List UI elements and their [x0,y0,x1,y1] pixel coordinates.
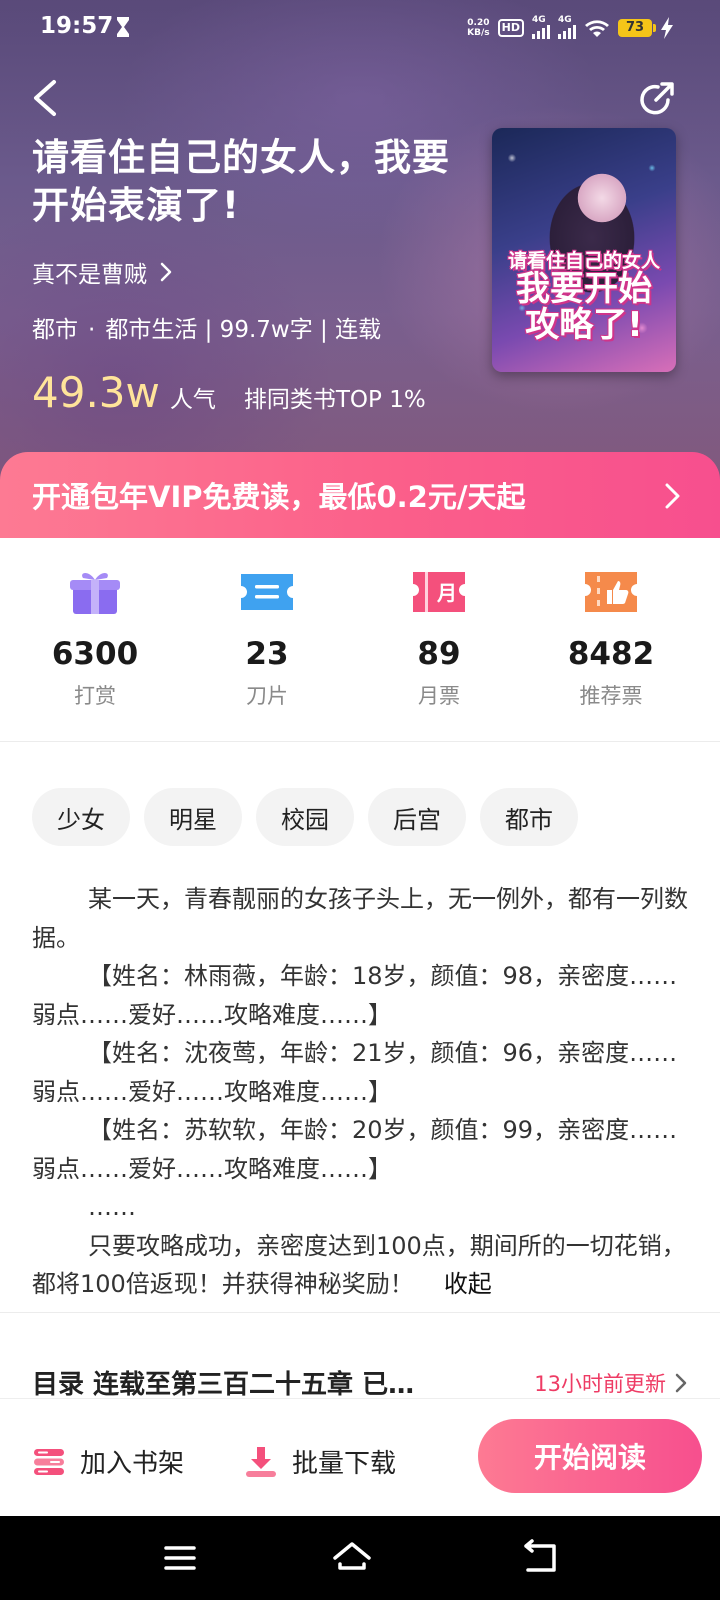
charging-icon [661,17,673,39]
stat-reward[interactable]: 6300 打赏 [25,568,165,710]
hd-icon: HD [497,19,524,37]
signal-icon: 4G [558,15,576,39]
stat-blade[interactable]: 23 刀片 [197,568,337,710]
synopsis-last: 只要攻略成功，亲密度达到100点，期间所的一切花销，都将100倍返现！并获得神秘… [32,1227,688,1304]
meta-details: 都市生活 | 99.7w字 | 连载 [105,317,382,343]
back-nav-icon[interactable] [518,1536,562,1580]
synopsis-paragraph: 某一天，青春靓丽的女孩子头上，无一例外，都有一列数据。 [32,885,688,952]
chevron-right-icon [675,1373,687,1392]
synopsis: 某一天，青春靓丽的女孩子头上，无一例外，都有一列数据。 【姓名：林雨薇，年龄：1… [32,880,688,1304]
rank-text: 排同类书TOP 1% [243,387,426,413]
wifi-icon [585,20,609,37]
book-cover[interactable]: 请看住自己的女人 我要开始 攻略了! [492,128,676,372]
vip-banner[interactable]: 开通包年VIP免费读，最低0.2元/天起 [0,452,720,538]
tag-chip[interactable]: 都市 [480,788,578,846]
catalog-update-time: 13小时前更新 [534,1371,666,1396]
popularity: 49.3w 人气 排同类书TOP 1% [32,368,426,417]
tag-chip[interactable]: 少女 [32,788,130,846]
stats-row: 6300 打赏 23 刀片 月 89 月票 8482 推荐票 [0,538,720,756]
divider [0,1312,720,1313]
bookshelf-icon [34,1448,64,1475]
catalog-title: 目录 连载至第三百二十五章 已… [32,1370,415,1398]
category: 都市 [32,317,78,343]
tag-list: 少女 明星 校园 后宫 都市 [32,788,578,846]
stat-monthly-ticket[interactable]: 月 89 月票 [369,568,509,710]
synopsis-paragraph: …… [88,1193,136,1221]
collapse-button[interactable]: 收起 [444,1270,492,1298]
gift-icon [70,573,120,614]
cover-title: 请看住自己的女人 我要开始 攻略了! [507,250,660,345]
system-nav-bar [0,1516,720,1600]
chevron-right-icon [160,262,172,282]
author-link[interactable]: 真不是曹贼 [32,256,173,288]
tag-chip[interactable]: 校园 [256,788,354,846]
menu-icon[interactable] [158,1536,202,1580]
ticket-icon [241,574,293,610]
book-title: 请看住自己的女人，我要开始表演了! [32,136,450,227]
thumbs-up-ticket-icon [585,572,637,612]
tag-chip[interactable]: 后宫 [368,788,466,846]
add-to-shelf-button[interactable]: 加入书架 [32,1443,184,1480]
synopsis-paragraph: 【姓名：林雨薇，年龄：18岁，颜值：98，亲密度……弱点……爱好……攻略难度……… [32,962,678,1029]
book-header: 19:57 0.20 KB/s HD 4G 4G 73 请看住自己的女人，我要开… [0,0,720,520]
back-button[interactable] [26,76,66,120]
tag-chip[interactable]: 明星 [144,788,242,846]
battery-icon: 73 [618,19,656,37]
divider [0,741,720,742]
stat-recommend-ticket[interactable]: 8482 推荐票 [541,568,681,710]
popularity-unit: 人气 [169,387,216,413]
download-icon [246,1446,276,1477]
share-icon[interactable] [636,78,678,120]
synopsis-paragraph: 【姓名：苏软软，年龄：20岁，颜值：99，亲密度……弱点……爱好……攻略难度……… [32,1116,678,1183]
net-speed: 0.20 KB/s [467,18,490,38]
catalog-row[interactable]: 目录 连载至第三百二十五章 已… 13小时前更新 [32,1368,688,1398]
synopsis-paragraph: 只要攻略成功，亲密度达到100点，期间所的一切花销，都将100倍返现！并获得神秘… [32,1231,686,1299]
batch-download-button[interactable]: 批量下载 [244,1443,396,1480]
signal-icon: 4G [532,15,550,39]
popularity-value: 49.3w [32,368,160,417]
home-icon[interactable] [330,1536,374,1580]
synopsis-paragraph: 【姓名：沈夜莺，年龄：21岁，颜值：96，亲密度……弱点……爱好……攻略难度……… [32,1039,678,1106]
bottom-action-bar: 加入书架 批量下载 开始阅读 [0,1398,720,1516]
monthly-ticket-icon: 月 [413,572,465,612]
status-time: 19:57 [40,13,114,39]
chevron-right-icon [665,483,680,509]
hourglass-icon [117,17,129,37]
start-reading-button[interactable]: 开始阅读 [478,1419,702,1493]
status-bar: 19:57 0.20 KB/s HD 4G 4G 73 [0,0,720,56]
book-meta: 都市 · 都市生活 | 99.7w字 | 连载 [32,317,382,343]
vip-banner-text: 开通包年VIP免费读，最低0.2元/天起 [32,480,526,514]
svg-text:月: 月 [436,581,457,605]
author-name: 真不是曹贼 [32,262,147,288]
